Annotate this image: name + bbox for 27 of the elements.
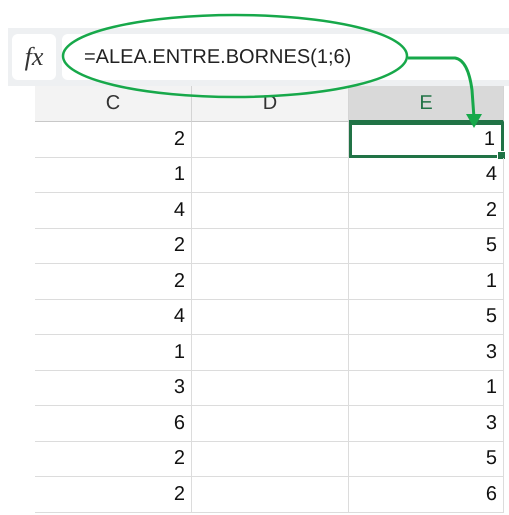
table-cell: 3 — [349, 406, 504, 442]
table-cell: 2 — [349, 193, 504, 228]
column-header[interactable]: E — [349, 86, 504, 122]
table-cell: 2 — [35, 228, 192, 264]
table-cell: 1 — [349, 264, 504, 300]
table-cell: 5 — [349, 228, 504, 264]
table-cell: 4 — [35, 300, 192, 335]
table-cell: 4 — [35, 193, 192, 228]
table-cell: 1 — [35, 335, 192, 370]
table-cell: 2 — [35, 477, 192, 512]
table-cell: 2 — [35, 264, 192, 300]
table-cell: 5 — [349, 442, 504, 477]
table-cell: 6 — [35, 406, 192, 442]
formula-field[interactable]: =ALEA.ENTRE.BORNES(1;6) — [62, 34, 509, 80]
table-cell: 6 — [349, 477, 504, 512]
table-cell: 5 — [349, 300, 504, 335]
table-cell: 1 — [349, 122, 504, 158]
table-cell: 1 — [349, 370, 504, 406]
function-label[interactable]: fx — [12, 34, 56, 80]
table-cell: 3 — [349, 335, 504, 370]
table-cell: 4 — [349, 158, 504, 193]
fill-handle[interactable] — [497, 150, 506, 160]
table-cell: 3 — [35, 370, 192, 406]
table-cell: 2 — [35, 442, 192, 477]
column-header[interactable]: C — [35, 86, 192, 122]
table-cell: 1 — [35, 158, 192, 193]
table-cell: 2 — [35, 122, 192, 158]
